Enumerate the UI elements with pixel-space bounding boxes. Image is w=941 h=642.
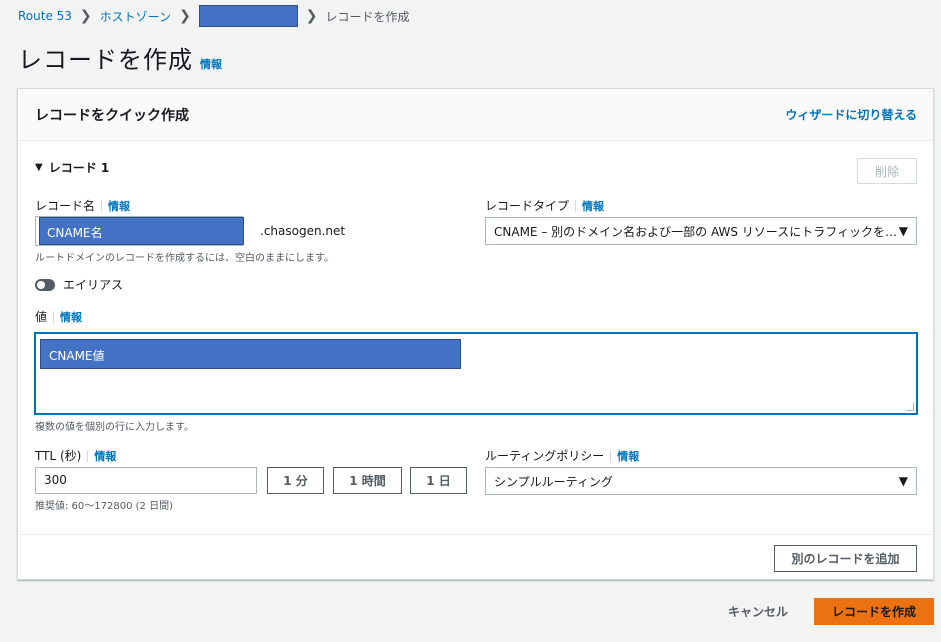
page-title: レコードを作成 bbox=[18, 46, 193, 74]
alias-toggle[interactable] bbox=[35, 278, 55, 291]
record-name-label: レコード名 情報 bbox=[35, 197, 130, 214]
breadcrumb-current: レコードを作成 bbox=[325, 9, 410, 24]
ttl-hint: 推奨値: 60〜172800 (2 日間) bbox=[35, 501, 173, 512]
create-records-button[interactable]: レコードを作成 bbox=[814, 598, 934, 625]
panel-divider bbox=[18, 534, 933, 535]
caret-down-icon: ▼ bbox=[898, 224, 908, 238]
record-1-label: レコード 1 bbox=[48, 161, 110, 175]
routing-policy-select[interactable]: シンプルルーティング ▼ bbox=[485, 467, 917, 495]
ttl-1-minute-button[interactable]: 1 分 bbox=[267, 467, 324, 494]
value-hint: 複数の値を個別の行に入力します。 bbox=[35, 422, 194, 433]
routing-policy-label: ルーティングポリシー 情報 bbox=[485, 447, 639, 464]
record-type-label-text: レコードタイプ bbox=[485, 199, 570, 213]
chevron-right-icon: ❯ bbox=[305, 8, 318, 24]
record-type-info-link[interactable]: 情報 bbox=[582, 198, 604, 214]
ttl-info-link[interactable]: 情報 bbox=[94, 448, 116, 464]
record-name-info-link[interactable]: 情報 bbox=[108, 198, 130, 214]
panel-title: レコードをクイック作成 bbox=[35, 107, 189, 124]
value-content: CNAME値 bbox=[40, 339, 461, 369]
alias-toggle-row[interactable]: エイリアス bbox=[35, 276, 123, 293]
ttl-label: TTL (秒) 情報 bbox=[35, 447, 116, 464]
chevron-right-icon: ❯ bbox=[179, 8, 191, 24]
record-name-value: CNAME名 bbox=[39, 217, 244, 245]
record-name-input[interactable]: CNAME名 bbox=[35, 216, 244, 246]
breadcrumb-route53[interactable]: Route 53 bbox=[18, 9, 72, 23]
record-type-label: レコードタイプ 情報 bbox=[485, 197, 604, 214]
breadcrumb-hosted-zones[interactable]: ホストゾーン bbox=[100, 8, 171, 25]
ttl-1-hour-button[interactable]: 1 時間 bbox=[333, 467, 402, 494]
divider bbox=[53, 310, 55, 323]
record-type-select[interactable]: CNAME – 別のドメイン名および一部の AWS リソースにトラフィックを… … bbox=[485, 217, 917, 245]
routing-policy-value: シンプルルーティング bbox=[494, 474, 613, 489]
value-label-text: 値 bbox=[35, 310, 48, 324]
caret-down-icon: ▼ bbox=[898, 474, 908, 488]
value-textarea[interactable]: CNAME値 bbox=[34, 332, 918, 415]
divider bbox=[101, 199, 103, 212]
add-record-button[interactable]: 別のレコードを追加 bbox=[774, 545, 917, 572]
page-header: レコードを作成 情報 bbox=[18, 40, 222, 75]
record-name-label-text: レコード名 bbox=[35, 199, 96, 213]
caret-down-icon: ▼ bbox=[35, 162, 43, 173]
chevron-right-icon: ❯ bbox=[79, 8, 92, 24]
divider bbox=[87, 449, 89, 462]
value-label: 値 情報 bbox=[35, 308, 82, 325]
resize-handle-icon[interactable] bbox=[906, 403, 914, 411]
domain-suffix: .chasogen.net bbox=[260, 224, 346, 238]
cancel-button[interactable]: キャンセル bbox=[728, 603, 788, 620]
routing-policy-label-text: ルーティングポリシー bbox=[485, 449, 605, 463]
alias-label: エイリアス bbox=[63, 278, 124, 292]
ttl-1-day-button[interactable]: 1 日 bbox=[410, 467, 467, 494]
record-name-hint: ルートドメインのレコードを作成するには、空白のままにします。 bbox=[35, 253, 334, 264]
divider bbox=[610, 449, 612, 462]
breadcrumb-zone-redacted[interactable] bbox=[198, 5, 298, 27]
ttl-label-text: TTL (秒) bbox=[35, 449, 82, 463]
divider bbox=[575, 199, 577, 212]
quick-create-panel: レコードをクイック作成 ウィザードに切り替える ▼ レコード 1 削除 レコード… bbox=[17, 88, 934, 580]
routing-policy-info-link[interactable]: 情報 bbox=[617, 448, 639, 464]
delete-record-button[interactable]: 削除 bbox=[857, 158, 917, 184]
switch-to-wizard-link[interactable]: ウィザードに切り替える bbox=[785, 106, 917, 123]
page-info-link[interactable]: 情報 bbox=[200, 56, 222, 72]
record-1-expander[interactable]: ▼ レコード 1 bbox=[35, 159, 109, 176]
panel-header: レコードをクイック作成 ウィザードに切り替える bbox=[18, 89, 933, 141]
breadcrumb: Route 53 ❯ ホストゾーン ❯ ❯ レコードを作成 bbox=[18, 5, 410, 27]
value-info-link[interactable]: 情報 bbox=[60, 309, 82, 325]
record-type-value: CNAME – 別のドメイン名および一部の AWS リソースにトラフィックを… bbox=[494, 224, 897, 239]
ttl-input[interactable]: 300 bbox=[35, 467, 257, 494]
